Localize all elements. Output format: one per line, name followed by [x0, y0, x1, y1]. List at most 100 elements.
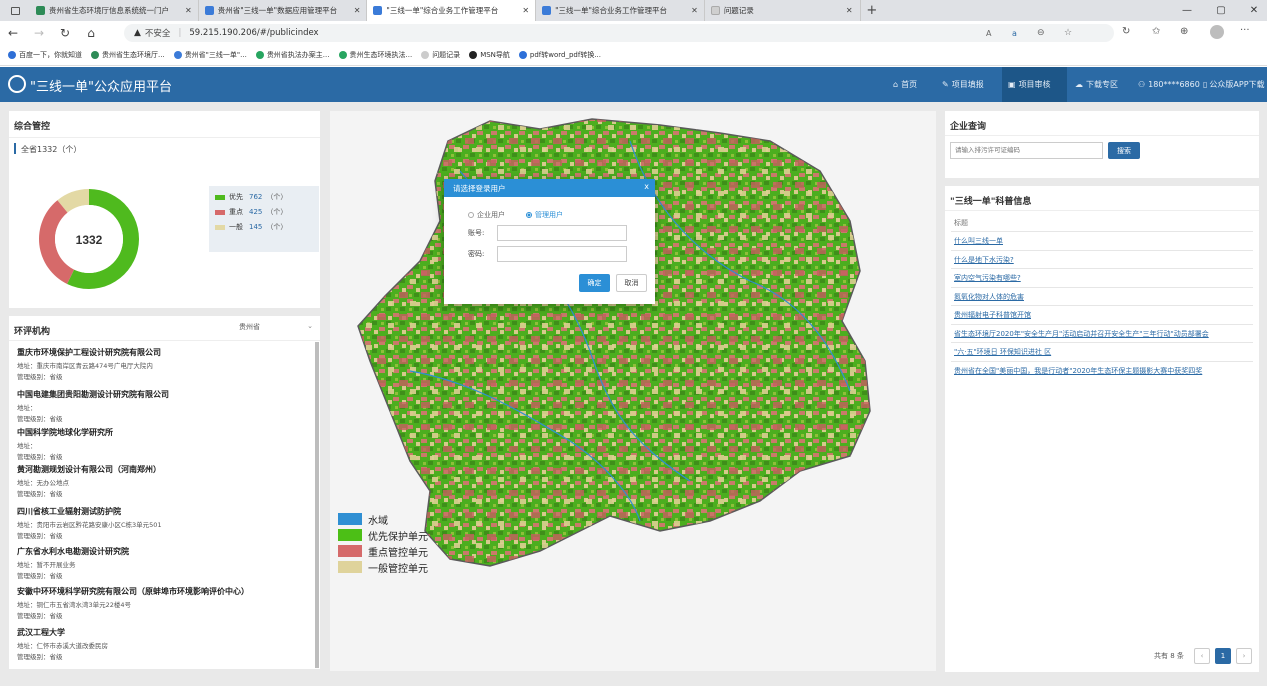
license-search-input[interactable] — [950, 142, 1103, 159]
enterprise-panel: 企业查询 搜索 — [945, 111, 1259, 178]
insecure-label: 不安全 — [144, 29, 171, 39]
confirm-button[interactable]: 确定 — [579, 274, 610, 292]
profile-avatar-icon[interactable] — [1210, 25, 1224, 39]
collections-icon[interactable]: ⊕ — [1180, 26, 1188, 37]
donut-total: 1332 — [76, 233, 103, 247]
close-tab-icon[interactable]: ✕ — [846, 6, 853, 15]
close-tab-icon[interactable]: ✕ — [691, 6, 698, 15]
new-tab-icon[interactable]: + — [861, 3, 883, 18]
map-legend-swatch — [338, 561, 362, 573]
bookmark-item[interactable]: pdf转word_pdf转换... — [518, 50, 601, 60]
translate-icon[interactable]: a — [1012, 29, 1017, 38]
url-field[interactable]: ▲ 不安全 | 59.215.190.206/#/publicindex A a… — [124, 24, 1114, 42]
browser-tab[interactable]: 贵州省生态环境厅信息系统统一门户 ✕ — [30, 0, 199, 21]
browser-tab[interactable]: "三线一单"综合业务工作管理平台 ✕ — [536, 0, 705, 21]
close-tab-icon[interactable]: ✕ — [354, 6, 361, 15]
nav-download[interactable]: ☁ 下载专区 — [1069, 67, 1124, 102]
page-button[interactable]: 1 — [1215, 648, 1231, 664]
agency-item[interactable]: 广东省水利水电勘测设计研究院 地址：暂不开展业务 管理级别：省级 — [17, 546, 317, 580]
account-input[interactable] — [497, 225, 627, 241]
news-link[interactable]: 贵州辐射电子科普馆开馆 — [954, 310, 1244, 320]
bookmark-item[interactable]: 贵州省"三线一单"... — [173, 50, 247, 60]
bookmark-item[interactable]: 百度一下，你就知道 — [8, 50, 82, 60]
zoom-icon[interactable]: ⊖ — [1037, 28, 1045, 38]
bookmark-item[interactable]: 贵州省执法办案主... — [255, 50, 330, 60]
nav-project-fill[interactable]: ✎ 项目填报 — [936, 67, 990, 102]
total-label: 全省1332（个） — [21, 145, 82, 154]
bookmark-item[interactable]: 贵州省生态环境厅... — [91, 50, 165, 60]
map-legend-label: 一般管控单元 — [368, 563, 428, 575]
read-aloud-icon[interactable]: A — [986, 29, 991, 38]
tab-favicon-icon — [710, 6, 720, 15]
reload-icon[interactable]: ↻ — [52, 26, 78, 40]
browser-tab[interactable]: 问题记录 ✕ — [705, 0, 861, 21]
close-tab-icon[interactable]: ✕ — [185, 6, 192, 15]
agency-item[interactable]: 中国电建集团贵阳勘测设计研究院有限公司 地址： 管理级别：省级 — [17, 389, 317, 423]
modal-close-icon[interactable]: x — [644, 182, 649, 191]
agency-item[interactable]: 武汉工程大学 地址：仁怀市赤溪大道改委民房 管理级别：省级 — [17, 627, 317, 661]
prev-page-button[interactable]: ‹ — [1194, 648, 1210, 664]
nav-user[interactable]: ⚇ 180****6860 — [1132, 67, 1206, 102]
map-legend-item: 水域 — [338, 511, 428, 527]
radio-label: 管理用户 — [535, 211, 563, 219]
browser-tab[interactable]: 贵州省"三线一单"数据应用管理平台 ✕ — [199, 0, 368, 21]
next-page-button[interactable]: › — [1236, 648, 1252, 664]
news-link[interactable]: 氮氧化物对人体的危害 — [954, 292, 1244, 302]
tab-actions-icon[interactable] — [0, 0, 30, 21]
divider — [951, 286, 1253, 288]
bookmark-item[interactable]: 贵州生态环境执法... — [338, 50, 412, 60]
user-icon: ⚇ — [1138, 80, 1146, 89]
url-divider: | — [178, 28, 182, 38]
legend-item-key: 重点 425 （个） — [215, 207, 287, 217]
news-link[interactable]: "六·五"环境日 环保知识进社 区 — [954, 347, 1244, 357]
map-legend-item: 优先保护单元 — [338, 527, 428, 543]
back-icon[interactable]: ← — [0, 26, 26, 40]
agency-item[interactable]: 四川省核工业辐射测试防护院 地址：贵阳市云岩区黔花路安康小区C栋3单元501 管理级… — [17, 506, 317, 540]
agency-item[interactable]: 黄河勘测规划设计有限公司（河南郑州） 地址：无办公地点 管理级别：省级 — [17, 464, 317, 498]
favorite-icon[interactable]: ☆ — [1064, 28, 1072, 38]
url-text: 59.215.190.206/#/publicindex — [189, 28, 319, 38]
agency-name: 中国科学院地球化学研究所 — [17, 428, 113, 437]
bookmark-label: 贵州省执法办案主... — [266, 51, 330, 59]
nav-home[interactable]: ⌂ 首页 — [887, 67, 923, 102]
refresh-extension-icon[interactable]: ↻ — [1122, 26, 1130, 37]
nav-project-review[interactable]: ▣ 项目审核 — [1002, 67, 1067, 102]
more-icon[interactable]: ··· — [1240, 25, 1250, 36]
agency-address: 地址：暂不开展业务 — [17, 561, 76, 569]
window-close-icon[interactable]: ✕ — [1234, 0, 1267, 21]
news-link[interactable]: 贵州省在全国"美丽中国，我是行动者"2020年生态环保主题摄影大赛中获奖四奖 — [954, 366, 1244, 376]
column-header: 标题 — [954, 219, 968, 227]
favorites-bar-icon[interactable]: ✩ — [1152, 26, 1160, 37]
tab-title: "三线一单"综合业务工作管理平台 — [386, 6, 499, 15]
nav-label: 项目审核 — [1018, 80, 1051, 89]
bookmark-favicon-icon — [8, 51, 16, 59]
close-tab-icon[interactable]: ✕ — [522, 6, 529, 15]
news-link[interactable]: 省生态环境厅2020年"安全生产月"活动启动并召开安全生产"三年行动"动员部署会 — [954, 329, 1244, 339]
radio-enterprise[interactable]: 企业用户 — [468, 210, 505, 220]
search-button[interactable]: 搜索 — [1108, 142, 1140, 159]
agency-item[interactable]: 重庆市环境保护工程设计研究院有限公司 地址：重庆市南岸区青云路474号广电厅大院内… — [17, 347, 317, 381]
agency-address: 地址： — [17, 442, 37, 450]
legend-item-priority: 优先 762 （个） — [215, 192, 287, 202]
nav-app-download[interactable]: ▯ 公众版APP下载 — [1197, 67, 1265, 102]
password-input[interactable] — [497, 246, 627, 262]
bookmark-label: 问题记录 — [432, 51, 461, 59]
bookmark-label: 贵州省生态环境厅... — [102, 51, 165, 59]
news-link[interactable]: 什么叫三线一单 — [954, 236, 1244, 246]
tab-favicon-icon — [373, 6, 383, 15]
forward-icon[interactable]: → — [26, 26, 52, 40]
news-link[interactable]: 什么是地下水污染? — [954, 255, 1244, 265]
radio-admin[interactable]: 管理用户 — [526, 210, 563, 220]
bookmark-item[interactable]: 问题记录 — [421, 50, 460, 60]
news-link[interactable]: 室内空气污染有哪些? — [954, 273, 1244, 283]
browser-tab-active[interactable]: "三线一单"综合业务工作管理平台 ✕ — [367, 0, 537, 21]
province-select[interactable]: 贵州省 ⌄ — [237, 322, 313, 335]
agency-item[interactable]: 中国科学院地球化学研究所 地址： 管理级别：省级 — [17, 427, 317, 461]
cancel-button[interactable]: 取消 — [616, 274, 647, 292]
agency-name: 黄河勘测规划设计有限公司（河南郑州） — [17, 465, 161, 474]
home-icon[interactable]: ⌂ — [78, 26, 104, 40]
agency-item[interactable]: 安徽中环环境科学研究院有限公司（原蚌埠市环境影响评价中心） 地址：铜仁市五省湾水湾… — [17, 586, 317, 620]
bookmark-item[interactable]: MSN导航 — [469, 50, 510, 60]
tab-favicon-icon — [542, 6, 552, 15]
legend-label: 优先 — [229, 193, 243, 201]
